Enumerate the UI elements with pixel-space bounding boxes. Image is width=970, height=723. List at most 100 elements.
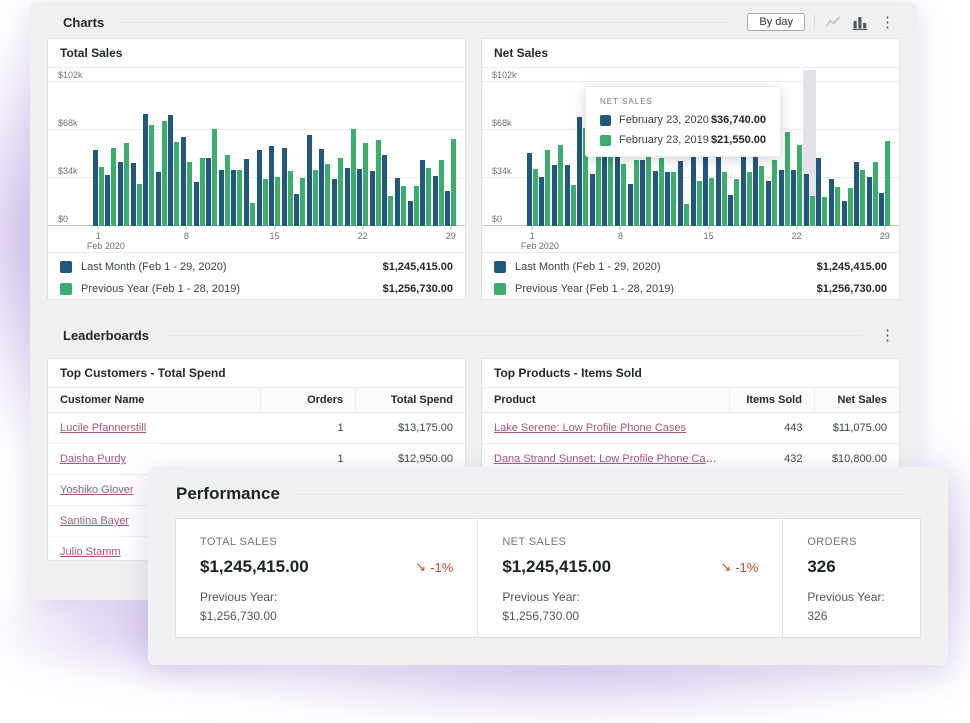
bar-group-day-19[interactable] (319, 70, 332, 226)
row-link-dana-strand-sunset-low-profile-phone-cases[interactable]: Dana Strand Sunset: Low Profile Phone Ca… (494, 453, 723, 465)
bar-group-day-10[interactable] (205, 70, 218, 226)
bar-group-day-2[interactable] (539, 70, 552, 226)
row-link-lake-serene-low-profile-phone-cases[interactable]: Lake Serene: Low Profile Phone Cases (494, 422, 686, 434)
row-link-santina-bayer[interactable]: Santina Bayer (60, 515, 129, 527)
bar-previous-period (659, 158, 664, 226)
bar-group-day-17[interactable] (294, 70, 307, 226)
bar-group-day-1[interactable] (92, 70, 105, 226)
bar-group-day-7[interactable] (168, 70, 181, 226)
bar-group-day-5[interactable] (142, 70, 155, 226)
column-header-customer-name[interactable]: Customer Name (48, 388, 260, 413)
bar-group-day-20[interactable] (331, 70, 344, 226)
total-sales-chart-card: Total Sales $0$34k$68k$102k 18152229Feb … (47, 38, 466, 300)
bar-previous-period (162, 121, 167, 226)
bar-group-day-15[interactable] (268, 70, 281, 226)
bar-previous-period (99, 167, 104, 226)
legend-previous-year[interactable]: Previous Year (Feb 1 - 28, 2019) $1,256,… (482, 278, 899, 300)
bar-previous-period (313, 170, 318, 226)
bar-previous-period (684, 204, 689, 226)
legend-last-month[interactable]: Last Month (Feb 1 - 29, 2020) $1,245,415… (48, 256, 465, 278)
bar-current-period (653, 171, 658, 226)
legend-previous-year[interactable]: Previous Year (Feb 1 - 28, 2019) $1,256,… (48, 278, 465, 300)
bar-group-day-28[interactable] (432, 70, 445, 226)
charts-menu-icon[interactable]: ⋮ (878, 15, 897, 30)
row-name-cell: Lucile Pfannerstill (48, 413, 260, 444)
column-header-items-sold[interactable]: Items Sold (729, 388, 814, 413)
total-sales-chart[interactable]: $0$34k$68k$102k 18152229Feb 2020 (48, 70, 465, 252)
bar-current-period (640, 160, 645, 226)
bar-group-day-29[interactable] (879, 70, 892, 226)
bar-group-day-1[interactable] (526, 70, 539, 226)
leaderboards-menu-icon[interactable]: ⋮ (878, 328, 897, 343)
bar-group-day-22[interactable] (356, 70, 369, 226)
bar-group-day-25[interactable] (828, 70, 841, 226)
column-header-product[interactable]: Product (482, 388, 729, 413)
stat-previous: Previous Year:326 (807, 588, 896, 625)
bar-group-day-9[interactable] (193, 70, 206, 226)
bar-current-period (307, 135, 312, 226)
stat-previous-value: $1,256,730.00 (200, 607, 453, 626)
bar-group-day-26[interactable] (841, 70, 854, 226)
bar-group-day-26[interactable] (407, 70, 420, 226)
bar-current-period (728, 195, 733, 226)
legend-last-month[interactable]: Last Month (Feb 1 - 29, 2020) $1,245,415… (482, 256, 899, 278)
net-sales-chart[interactable]: $0$34k$68k$102k 18152229Feb 2020 NET SAL… (482, 70, 899, 252)
row-link-daisha-purdy[interactable]: Daisha Purdy (60, 453, 126, 465)
interval-select[interactable]: By day (747, 13, 805, 31)
bar-previous-period (388, 196, 393, 226)
trend-down-arrow-icon: ↘ (720, 559, 731, 575)
bar-group-day-2[interactable] (105, 70, 118, 226)
stat-delta-value: -1% (430, 560, 453, 575)
stat-label: ORDERS (807, 536, 896, 548)
bar-current-period (565, 165, 570, 226)
bar-current-period (105, 175, 110, 226)
bar-group-day-24[interactable] (382, 70, 395, 226)
bar-group-day-18[interactable] (306, 70, 319, 226)
chart-title-total-sales: Total Sales (48, 39, 465, 68)
bar-previous-period (376, 140, 381, 226)
bar-group-day-23[interactable] (369, 70, 382, 226)
row-link-yoshiko-glover[interactable]: Yoshiko Glover (60, 484, 134, 496)
bar-previous-period (533, 169, 538, 226)
bar-group-day-28[interactable] (866, 70, 879, 226)
x-axis-label: 15 (703, 231, 713, 241)
bar-current-period (156, 172, 161, 226)
bar-group-day-4[interactable] (130, 70, 143, 226)
bar-group-day-27[interactable] (419, 70, 432, 226)
bar-group-day-27[interactable] (853, 70, 866, 226)
bar-group-day-14[interactable] (256, 70, 269, 226)
bar-group-day-3[interactable] (551, 70, 564, 226)
bar-current-period (420, 160, 425, 226)
tooltip-value: $36,740.00 (711, 114, 766, 126)
bar-group-day-8[interactable] (180, 70, 193, 226)
bar-group-day-29[interactable] (445, 70, 458, 226)
row-link-lucile-pfannerstill[interactable]: Lucile Pfannerstill (60, 422, 146, 434)
bar-group-day-25[interactable] (394, 70, 407, 226)
bar-group-day-3[interactable] (117, 70, 130, 226)
bar-group-day-11[interactable] (218, 70, 231, 226)
x-axis-month-label: Feb 2020 (521, 241, 559, 251)
bar-current-period (131, 163, 136, 226)
bar-group-day-22[interactable] (790, 70, 803, 226)
column-header-total-spend[interactable]: Total Spend (356, 388, 465, 413)
row-link-julio-stamm[interactable]: Julio Stamm (60, 546, 121, 558)
bar-group-day-12[interactable] (231, 70, 244, 226)
bar-group-day-23[interactable] (803, 70, 816, 226)
bar-group-day-6[interactable] (155, 70, 168, 226)
axis-tick (98, 226, 99, 230)
bar-group-day-4[interactable] (564, 70, 577, 226)
row-value-cell: 443 (729, 413, 814, 444)
bar-group-day-24[interactable] (816, 70, 829, 226)
bar-chart-toggle-icon[interactable] (851, 13, 869, 31)
column-header-orders[interactable]: Orders (260, 388, 356, 413)
bar-previous-period (810, 196, 815, 226)
bar-group-day-21[interactable] (344, 70, 357, 226)
line-chart-toggle-icon[interactable] (824, 13, 842, 31)
x-axis-label: 22 (792, 231, 802, 241)
bar-group-day-13[interactable] (243, 70, 256, 226)
bar-group-day-16[interactable] (281, 70, 294, 226)
stat-previous-label: Previous Year: (502, 588, 758, 607)
chart-legend: Last Month (Feb 1 - 29, 2020) $1,245,415… (482, 252, 899, 300)
column-header-net-sales[interactable]: Net Sales (814, 388, 899, 413)
bar-previous-period (137, 184, 142, 226)
